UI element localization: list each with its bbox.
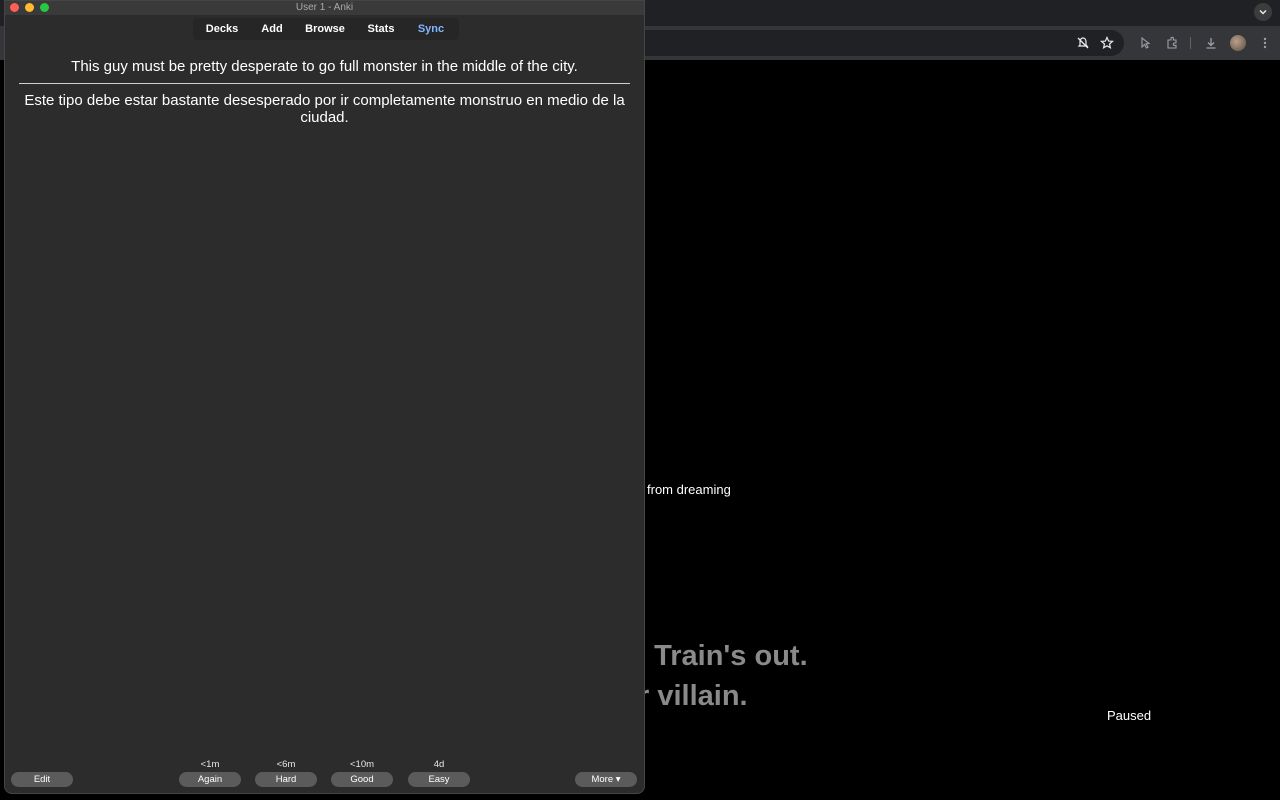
nav-decks[interactable]: Decks: [201, 18, 243, 40]
address-bar[interactable]: [600, 30, 1124, 56]
toolbar-separator: [1190, 37, 1191, 49]
partial-subtitle: from dreaming: [647, 482, 731, 497]
card-front-text: This guy must be pretty desperate to go …: [71, 58, 578, 75]
tab-search-button[interactable]: [1254, 3, 1272, 21]
answer-divider: [19, 83, 630, 84]
hard-due: <6m: [276, 759, 296, 770]
anki-window: User 1 - Anki Decks Add Browse Stats Syn…: [4, 0, 645, 794]
mute-icon[interactable]: [1075, 35, 1091, 51]
more-vert-icon[interactable]: [1257, 35, 1273, 51]
good-button[interactable]: Good: [331, 772, 393, 787]
extensions-icon[interactable]: [1164, 35, 1180, 51]
again-due: <1m: [200, 759, 220, 770]
window-title: User 1 - Anki: [295, 2, 354, 13]
good-due: <10m: [349, 759, 375, 770]
paused-status: Paused: [1107, 708, 1152, 723]
easy-due: 4d: [433, 759, 445, 770]
edit-button[interactable]: Edit: [11, 772, 73, 787]
cursor-icon[interactable]: [1137, 35, 1153, 51]
caption-line-1: . Train's out.: [638, 640, 808, 672]
nav-stats[interactable]: Stats: [363, 18, 399, 40]
caption-line-2: r villain.: [638, 680, 748, 712]
download-icon[interactable]: [1203, 35, 1219, 51]
chevron-down-icon: [1259, 9, 1267, 15]
nav-add[interactable]: Add: [256, 18, 288, 40]
titlebar[interactable]: User 1 - Anki: [5, 1, 644, 15]
avatar[interactable]: [1230, 35, 1246, 51]
again-button[interactable]: Again: [179, 772, 241, 787]
easy-button[interactable]: Easy: [408, 772, 470, 787]
top-nav: Decks Add Browse Stats Sync: [193, 18, 459, 40]
nav-sync[interactable]: Sync: [413, 18, 449, 40]
more-button[interactable]: More ▾: [575, 772, 637, 787]
hard-button[interactable]: Hard: [255, 772, 317, 787]
star-icon[interactable]: [1099, 35, 1115, 51]
card-back-text: Este tipo debe estar bastante desesperad…: [24, 92, 625, 126]
nav-browse[interactable]: Browse: [301, 18, 349, 40]
